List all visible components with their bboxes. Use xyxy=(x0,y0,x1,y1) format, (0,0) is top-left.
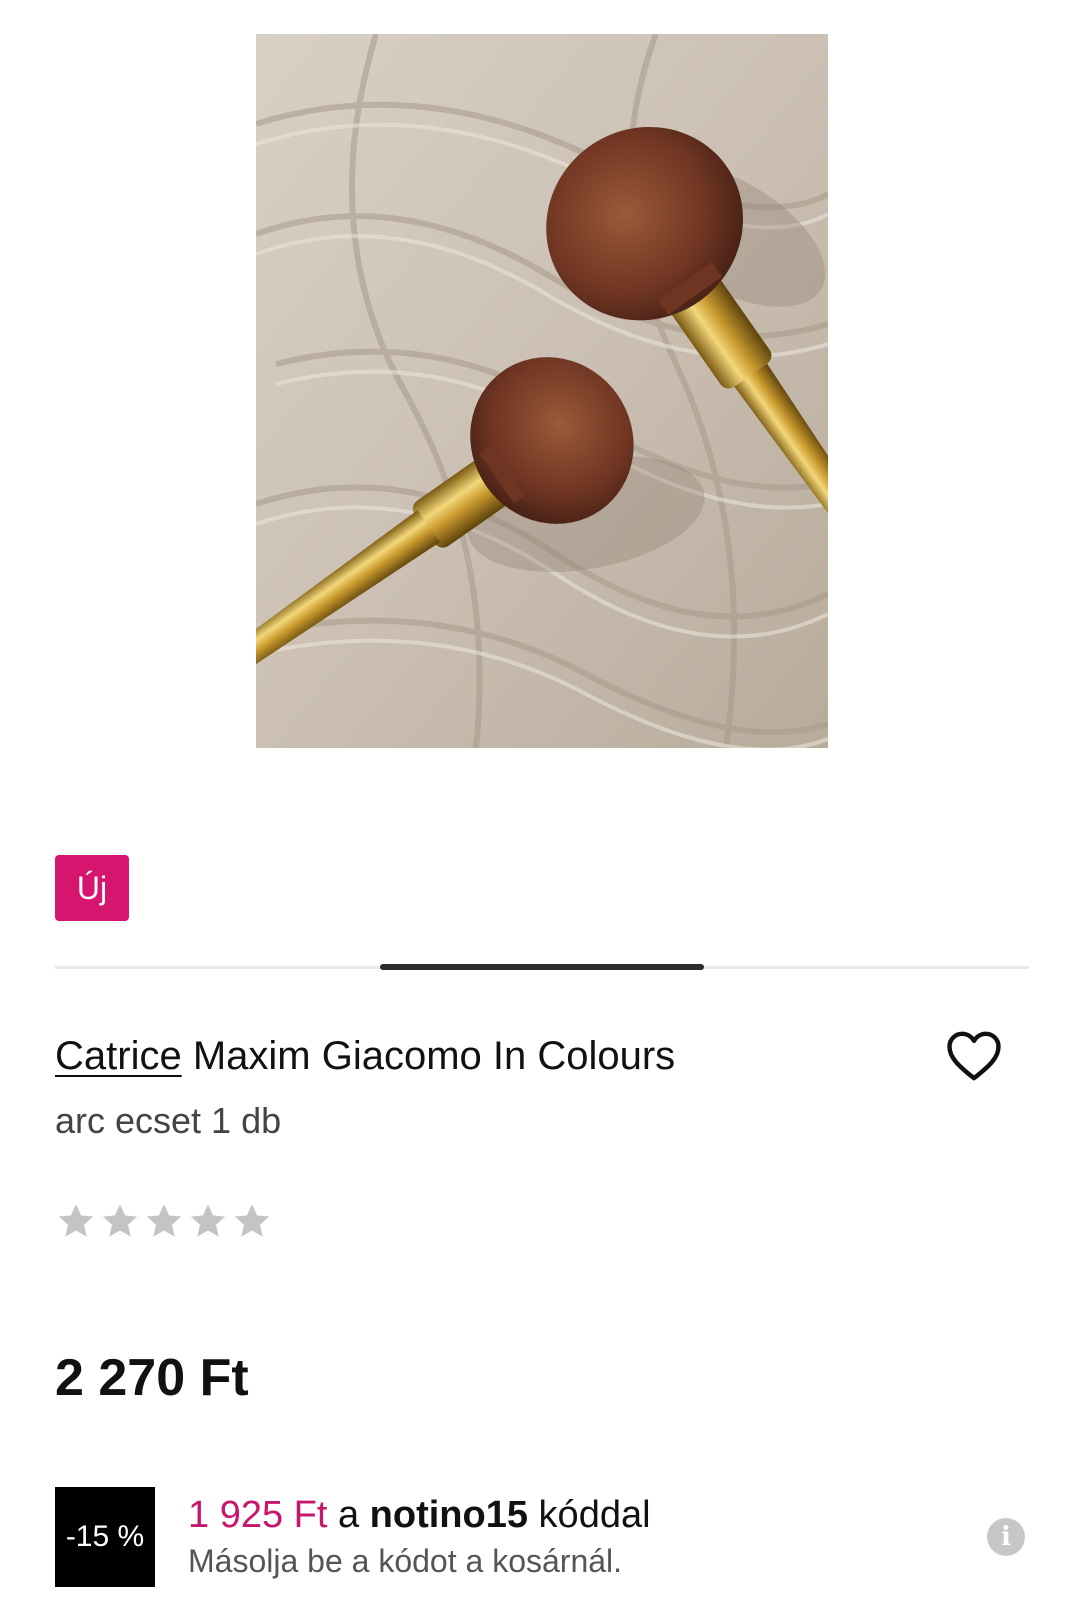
promo-code[interactable]: notino15 xyxy=(370,1494,528,1536)
rating-stars[interactable] xyxy=(55,1200,273,1242)
promo-hint: Másolja be a kódot a kosárnál. xyxy=(188,1543,623,1579)
star-icon xyxy=(234,1204,270,1237)
product-name: Maxim Giacomo In Colours xyxy=(181,1034,676,1078)
heart-outline-icon xyxy=(947,1031,1001,1081)
brand-link[interactable]: Catrice xyxy=(55,1034,182,1078)
product-subtitle: arc ecset 1 db xyxy=(55,1100,282,1141)
star-icon xyxy=(102,1204,138,1237)
star-icon xyxy=(146,1204,182,1237)
promo-text-b: kóddal xyxy=(528,1494,651,1536)
star-icon xyxy=(190,1204,226,1237)
info-icon[interactable]: i xyxy=(987,1518,1025,1556)
product-price: 2 270 Ft xyxy=(55,1349,249,1407)
wishlist-button[interactable] xyxy=(946,1030,1002,1082)
discount-badge: -15 % xyxy=(55,1487,155,1587)
gallery-scroll-indicator[interactable] xyxy=(380,964,704,970)
new-badge: Új xyxy=(55,855,129,921)
promo-code-line: 1 925 Ft a notino15 kóddal xyxy=(188,1492,651,1538)
star-icon xyxy=(58,1204,94,1237)
promo-price: 1 925 Ft xyxy=(188,1494,328,1536)
product-title: Catrice Maxim Giacomo In Colours xyxy=(55,1030,935,1082)
product-image[interactable] xyxy=(256,34,828,748)
product-photo xyxy=(256,34,828,748)
promo-text-a: a xyxy=(327,1494,370,1536)
